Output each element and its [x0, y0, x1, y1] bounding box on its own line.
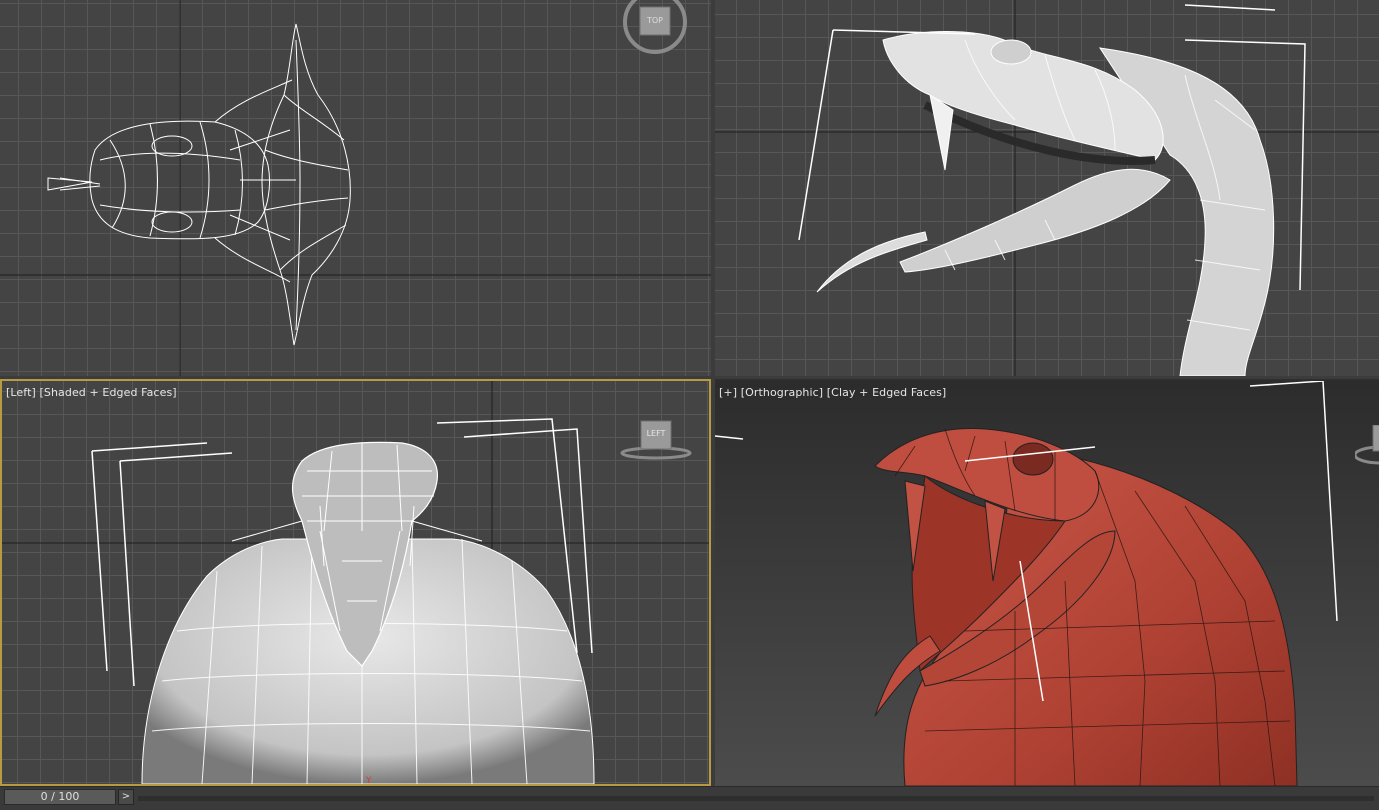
frame-slider[interactable]: 0 / 100 [4, 789, 116, 805]
left-viewport[interactable]: Y [Left] [Shaded + Edged Faces] LEFT [0, 379, 711, 786]
left-shaded-model: Y [2, 381, 709, 784]
top-wireframe-model [0, 0, 711, 376]
y-axis-label: Y [365, 776, 372, 784]
next-frame-button[interactable]: > [118, 789, 134, 805]
clay-model [715, 381, 1338, 786]
timeline-bar: 0 / 100 > [0, 786, 1379, 810]
orthographic-viewport-label[interactable]: [+] [Orthographic] [Clay + Edged Faces] [719, 386, 946, 399]
left-viewport-label[interactable]: [Left] [Shaded + Edged Faces] [6, 386, 177, 399]
front-viewport[interactable] [715, 0, 1379, 376]
orthographic-viewport[interactable]: [+] [Orthographic] [Clay + Edged Faces] [715, 379, 1379, 786]
viewcube-left-label: LEFT [646, 429, 666, 438]
timeline-track[interactable] [138, 796, 1374, 801]
front-shaded-model [715, 0, 1379, 376]
top-viewport[interactable]: TOP [0, 0, 711, 376]
viewcube-top-label: TOP [646, 16, 663, 25]
